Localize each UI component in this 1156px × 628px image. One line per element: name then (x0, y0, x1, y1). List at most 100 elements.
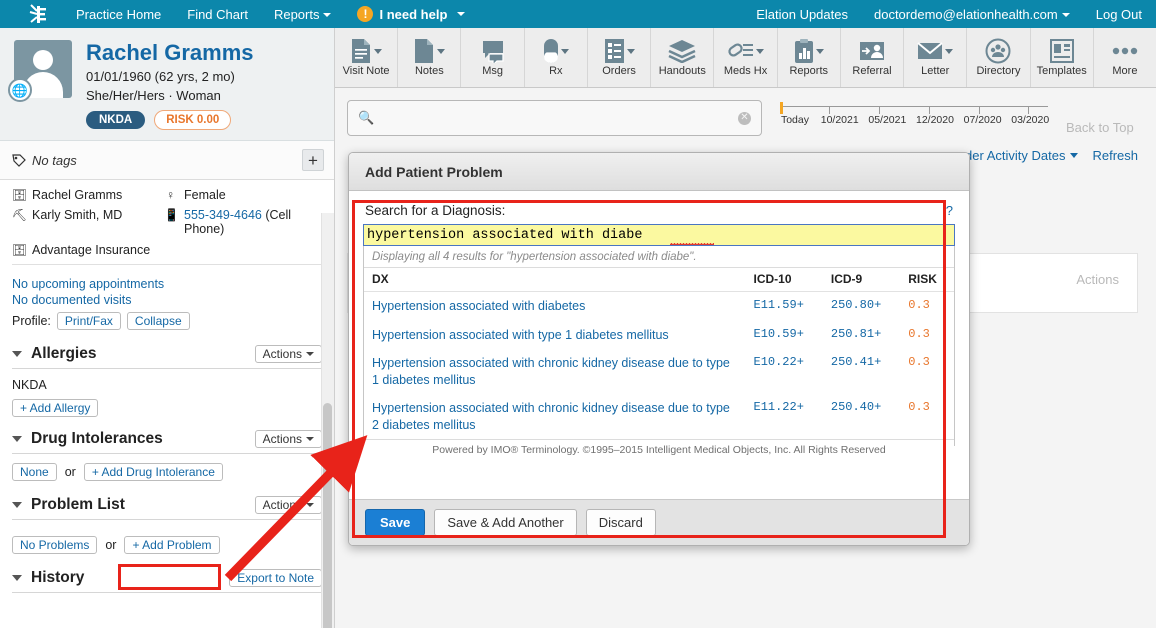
nav-i-need-help[interactable]: ! I need help (357, 6, 465, 22)
column-header-dx: DX (364, 268, 746, 292)
drug-intolerances-none-button[interactable]: None (12, 463, 57, 481)
nav-reports[interactable]: Reports (274, 7, 332, 22)
female-symbol-icon: ♀ (164, 188, 177, 204)
order-activity-dates-dropdown[interactable]: der Activity Dates (965, 148, 1078, 163)
result-icd10: E11.59+ (746, 292, 823, 321)
toolbar-notes[interactable]: Notes (398, 28, 461, 87)
timeline-axis (780, 106, 1048, 113)
patient-name[interactable]: Rachel Gramms (86, 40, 254, 65)
toolbar-orders[interactable]: Orders (588, 28, 651, 87)
handouts-stack-icon (668, 38, 696, 64)
add-allergy-button[interactable]: + Add Allergy (12, 399, 98, 417)
problem-list-actions-button[interactable]: Actions (255, 496, 322, 514)
refresh-link[interactable]: Refresh (1092, 148, 1138, 163)
clear-search-icon[interactable]: ✕ (738, 112, 751, 125)
toolbar-directory[interactable]: Directory (967, 28, 1030, 87)
table-row[interactable]: Hypertension associated with chronic kid… (364, 394, 954, 439)
id-card-icon: 🗄 (12, 188, 25, 204)
directory-group-icon (985, 38, 1011, 64)
no-problems-button[interactable]: No Problems (12, 536, 97, 554)
patient-info-name-text: Rachel Gramms (32, 188, 122, 202)
chevron-down-icon[interactable] (12, 351, 22, 357)
add-tag-button[interactable]: + (302, 149, 324, 171)
results-count-note: Displaying all 4 results for "hypertensi… (364, 246, 954, 268)
table-row[interactable]: Hypertension associated with chronic kid… (364, 349, 954, 394)
table-row[interactable]: Hypertension associated with type 1 diab… (364, 321, 954, 350)
nav-find-chart[interactable]: Find Chart (187, 7, 248, 22)
pill-icon (543, 38, 569, 64)
toolbar-referral[interactable]: Referral (841, 28, 904, 87)
chevron-down-icon[interactable] (12, 436, 22, 442)
patient-info-block: 🗄 Rachel Gramms ♀ Female ⛏ Karly Smith, … (0, 180, 334, 271)
avatar-head-shape (33, 50, 53, 70)
card-actions-label[interactable]: Actions (1076, 272, 1119, 287)
chart-timeline[interactable]: Today 10/2021 05/2021 12/2020 07/2020 03… (774, 100, 1054, 126)
search-input[interactable] (374, 111, 738, 126)
drug-intolerances-section: Drug Intolerances Actions None or + Add … (0, 423, 334, 489)
toolbar-visit-note-label: Visit Note (343, 66, 390, 77)
toolbar-meds-hx[interactable]: Meds Hx (714, 28, 777, 87)
toolbar-templates[interactable]: Templates (1031, 28, 1094, 87)
diagnosis-search-input[interactable] (363, 224, 955, 246)
toolbar-handouts[interactable]: Handouts (651, 28, 714, 87)
toolbar-letter[interactable]: Letter (904, 28, 967, 87)
sidebar-scrollbar-track[interactable] (321, 213, 334, 628)
result-risk: 0.3 (900, 349, 954, 394)
allergies-actions-button[interactable]: Actions (255, 345, 322, 363)
problem-list-or-text: or (105, 538, 116, 552)
toolbar-msg[interactable]: Msg (461, 28, 524, 87)
chart-search-row: 🔍 ✕ Today 10/2021 05/2021 12/2020 07/202… (335, 88, 1156, 136)
globe-icon: 🌐 (8, 78, 32, 102)
patient-phone-link[interactable]: 555-349-4646 (184, 208, 262, 222)
dialog-header: Add Patient Problem (349, 153, 969, 191)
problem-list-body: No Problems or + Add Problem (12, 520, 322, 562)
table-row[interactable]: Hypertension associated with diabetes E1… (364, 292, 954, 321)
export-to-note-button[interactable]: Export to Note (229, 569, 322, 587)
message-icon (480, 38, 506, 64)
result-dx-name[interactable]: Hypertension associated with diabetes (364, 292, 746, 321)
no-upcoming-appointments-link[interactable]: No upcoming appointments (12, 277, 322, 291)
nav-help-label: I need help (379, 7, 447, 22)
nav-elation-updates[interactable]: Elation Updates (756, 7, 848, 22)
no-documented-visits-link[interactable]: No documented visits (12, 293, 322, 307)
chevron-down-icon (561, 49, 569, 54)
history-section: History Export to Note (0, 562, 334, 593)
search-box[interactable]: 🔍 ✕ (347, 100, 762, 136)
toolbar-visit-note[interactable]: Visit Note (335, 28, 398, 87)
help-question-icon[interactable]: ? (946, 203, 953, 218)
avatar[interactable]: 🌐 (14, 40, 72, 98)
nav-user-account[interactable]: doctordemo@elationhealth.com (874, 7, 1070, 22)
toolbar-reports[interactable]: Reports (778, 28, 841, 87)
save-button[interactable]: Save (365, 509, 425, 536)
toolbar-more-label: More (1112, 66, 1137, 77)
chevron-down-icon[interactable] (12, 575, 22, 581)
toolbar-rx-label: Rx (549, 66, 562, 77)
allergies-section: Allergies Actions NKDA + Add Allergy (0, 338, 334, 423)
result-dx-name[interactable]: Hypertension associated with chronic kid… (364, 349, 746, 394)
result-dx-name[interactable]: Hypertension associated with type 1 diab… (364, 321, 746, 350)
print-fax-button[interactable]: Print/Fax (57, 312, 121, 330)
add-drug-intolerance-button[interactable]: + Add Drug Intolerance (84, 463, 223, 481)
problem-list-header: Problem List Actions (12, 489, 322, 520)
patient-info-sex: ♀ Female (164, 188, 226, 204)
tags-text: No tags (32, 153, 77, 168)
add-problem-button[interactable]: + Add Problem (124, 536, 219, 554)
save-and-add-another-button[interactable]: Save & Add Another (434, 509, 576, 536)
collapse-button[interactable]: Collapse (127, 312, 190, 330)
nav-log-out[interactable]: Log Out (1096, 7, 1142, 22)
toolbar-handouts-label: Handouts (659, 66, 706, 77)
chevron-down-icon (816, 49, 824, 54)
chevron-down-icon (457, 12, 465, 16)
chevron-down-icon[interactable] (12, 502, 22, 508)
result-icd10: E10.59+ (746, 321, 823, 350)
toolbar-rx[interactable]: Rx (525, 28, 588, 87)
back-to-top-link[interactable]: Back to Top (1066, 100, 1134, 135)
toolbar-more[interactable]: More (1094, 28, 1156, 87)
nav-practice-home[interactable]: Practice Home (76, 7, 161, 22)
elation-logo[interactable] (0, 3, 76, 25)
discard-button[interactable]: Discard (586, 509, 656, 536)
notes-icon (413, 38, 445, 64)
sidebar-scrollbar-thumb[interactable] (323, 403, 332, 628)
result-dx-name[interactable]: Hypertension associated with chronic kid… (364, 394, 746, 439)
drug-intolerances-actions-button[interactable]: Actions (255, 430, 322, 448)
